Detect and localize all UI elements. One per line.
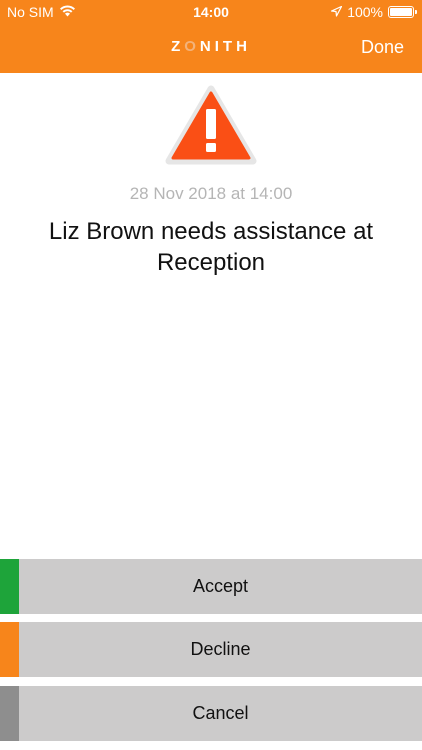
decline-label: Decline	[190, 639, 251, 659]
accept-color-bar	[0, 559, 19, 614]
done-button[interactable]: Done	[361, 37, 404, 58]
alert-timestamp: 28 Nov 2018 at 14:00	[129, 184, 293, 203]
decline-color-bar	[0, 622, 19, 677]
battery-fill	[390, 8, 412, 16]
accept-button[interactable]: Accept	[0, 559, 422, 614]
cancel-color-bar	[0, 686, 19, 741]
zonith-logo: ZONITH	[171, 38, 251, 55]
status-bar: No SIM 14:00 100%	[0, 0, 422, 24]
cancel-label: Cancel	[192, 703, 249, 723]
battery-percentage: 100%	[347, 4, 383, 20]
decline-button[interactable]: Decline	[0, 622, 422, 677]
warning-triangle-icon	[165, 85, 257, 165]
status-right: 100%	[331, 4, 417, 20]
location-arrow-icon	[331, 4, 343, 20]
alert-message: Liz Brown needs assistance at Reception	[48, 218, 374, 276]
battery-icon	[388, 6, 417, 18]
cancel-button[interactable]: Cancel	[0, 686, 422, 741]
accept-label: Accept	[192, 576, 249, 596]
header-bar: No SIM 14:00 100% ZONITH Done	[0, 0, 422, 73]
